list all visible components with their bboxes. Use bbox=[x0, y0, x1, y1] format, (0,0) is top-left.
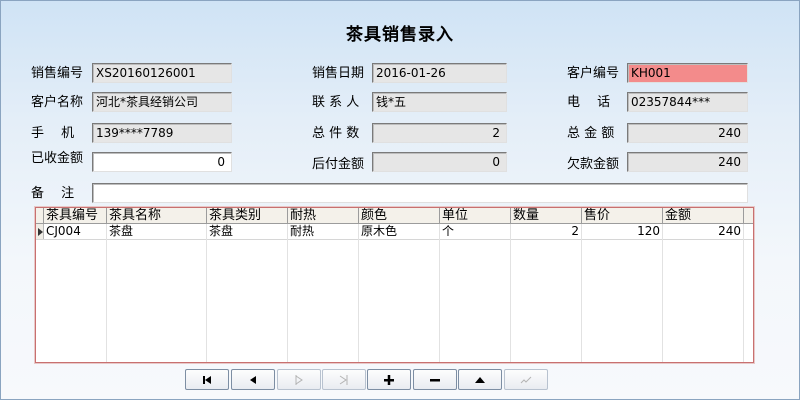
owed-label: 欠款金额 bbox=[567, 157, 620, 172]
next-record-button[interactable] bbox=[277, 369, 321, 390]
phone-label: 电 话 bbox=[567, 95, 611, 110]
grid-column-divider bbox=[106, 224, 107, 362]
cell-heat-resistant[interactable]: 耐热 bbox=[288, 224, 359, 240]
mobile-field[interactable]: 139****7789 bbox=[92, 123, 232, 143]
received-label: 已收金额 bbox=[31, 151, 84, 166]
grid-column-divider bbox=[206, 224, 207, 362]
total-qty-label: 总 件 数 bbox=[312, 126, 360, 141]
column-header[interactable]: 数量 bbox=[511, 208, 582, 224]
cell-category[interactable]: 茶盘 bbox=[207, 224, 288, 240]
grid-column-divider bbox=[358, 224, 359, 362]
first-record-icon bbox=[203, 375, 211, 384]
confirm-button[interactable] bbox=[504, 369, 548, 390]
sales-detail-grid[interactable]: 茶具编号 茶具名称 茶具类别 耐热 颜色 单位 数量 售价 金额 CJ004 茶… bbox=[35, 207, 754, 363]
last-record-icon bbox=[339, 374, 348, 385]
add-record-button[interactable] bbox=[367, 369, 411, 390]
contact-field[interactable]: 钱*五 bbox=[372, 92, 507, 112]
cell-amount[interactable]: 240 bbox=[663, 224, 744, 240]
customer-name-field[interactable]: 河北*茶具经销公司 bbox=[92, 92, 232, 112]
page-title: 茶具销售录入 bbox=[346, 25, 454, 45]
deferred-label: 后付金额 bbox=[312, 157, 365, 172]
contact-label: 联 系 人 bbox=[312, 95, 360, 110]
cell-quantity[interactable]: 2 bbox=[511, 224, 582, 240]
column-header[interactable]: 颜色 bbox=[359, 208, 440, 224]
received-field[interactable]: 0 bbox=[92, 152, 232, 172]
customer-no-field[interactable]: KH001 bbox=[627, 63, 748, 83]
grid-column-divider bbox=[581, 224, 582, 362]
deferred-field[interactable]: 0 bbox=[372, 152, 507, 172]
cell-unit[interactable]: 个 bbox=[440, 224, 511, 240]
grid-column-divider bbox=[510, 224, 511, 362]
sale-no-label: 销售编号 bbox=[31, 66, 84, 81]
delete-record-icon bbox=[430, 378, 440, 381]
save-record-button[interactable] bbox=[458, 369, 502, 390]
customer-no-label: 客户编号 bbox=[567, 66, 620, 81]
grid-column-divider bbox=[287, 224, 288, 362]
column-header[interactable]: 金额 bbox=[663, 208, 744, 224]
column-header[interactable]: 售价 bbox=[582, 208, 663, 224]
confirm-icon bbox=[520, 376, 532, 383]
total-qty-field[interactable]: 2 bbox=[372, 123, 507, 143]
last-record-button[interactable] bbox=[322, 369, 366, 390]
customer-name-label: 客户名称 bbox=[31, 95, 84, 110]
grid-column-divider bbox=[439, 224, 440, 362]
remark-field[interactable] bbox=[92, 183, 748, 203]
cell-color[interactable]: 原木色 bbox=[359, 224, 440, 240]
next-record-icon bbox=[295, 374, 303, 385]
grid-column-divider bbox=[743, 224, 744, 362]
remark-label: 备 注 bbox=[31, 186, 75, 201]
sale-date-label: 销售日期 bbox=[312, 66, 365, 81]
previous-record-icon bbox=[250, 375, 256, 384]
total-amount-field[interactable]: 240 bbox=[627, 123, 748, 143]
column-header[interactable]: 耐热 bbox=[288, 208, 359, 224]
add-record-icon bbox=[384, 374, 394, 385]
grid-column-divider bbox=[662, 224, 663, 362]
first-record-button[interactable] bbox=[185, 369, 229, 390]
column-header[interactable]: 茶具名称 bbox=[107, 208, 207, 224]
column-header[interactable]: 茶具编号 bbox=[44, 208, 107, 224]
save-record-icon bbox=[475, 376, 485, 383]
column-header[interactable]: 茶具类别 bbox=[207, 208, 288, 224]
sale-no-field[interactable]: XS20160126001 bbox=[92, 63, 232, 83]
previous-record-button[interactable] bbox=[231, 369, 275, 390]
grid-header: 茶具编号 茶具名称 茶具类别 耐热 颜色 单位 数量 售价 金额 bbox=[36, 208, 753, 224]
cell-price[interactable]: 120 bbox=[582, 224, 663, 240]
mobile-label: 手 机 bbox=[31, 126, 75, 141]
delete-record-button[interactable] bbox=[413, 369, 457, 390]
total-amount-label: 总 金 额 bbox=[567, 126, 615, 141]
sale-date-field[interactable]: 2016-01-26 bbox=[372, 63, 507, 83]
cell-tea-set-no[interactable]: CJ004 bbox=[44, 224, 107, 240]
cell-tea-set-name[interactable]: 茶盘 bbox=[107, 224, 207, 240]
column-header[interactable]: 单位 bbox=[440, 208, 511, 224]
phone-field[interactable]: 02357844*** bbox=[627, 92, 748, 112]
grid-corner bbox=[36, 208, 44, 224]
owed-field[interactable]: 240 bbox=[627, 152, 748, 172]
table-row[interactable]: CJ004 茶盘 茶盘 耐热 原木色 个 2 120 240 bbox=[36, 224, 753, 240]
